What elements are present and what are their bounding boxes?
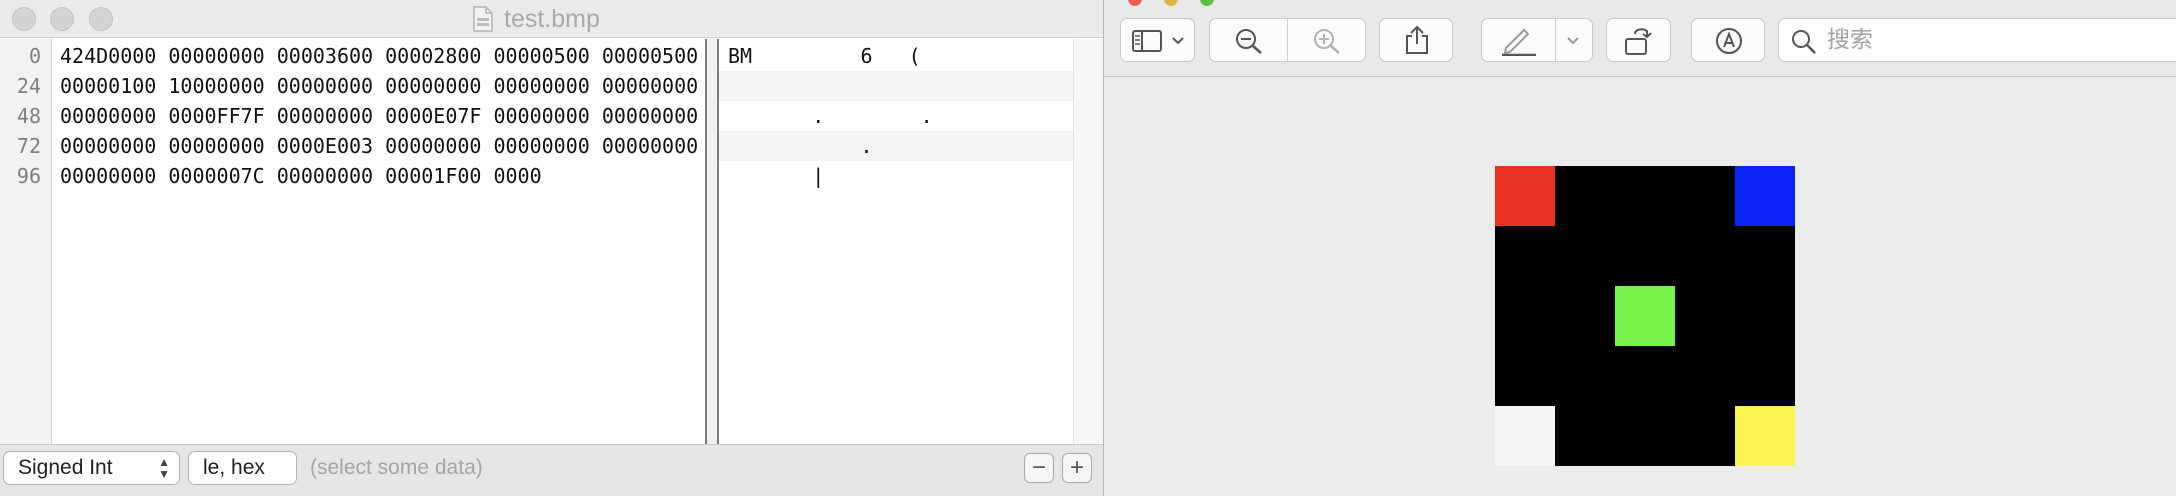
markup-pen-icon [1502,28,1536,56]
bitmap-pixel [1495,166,1555,226]
preview-toolbar: 搜索 [1104,0,2176,77]
offset-gutter: 0 24 48 72 96 [0,39,52,444]
hex-editor-titlebar: test.bmp [0,0,1103,38]
minimize-button[interactable] [50,7,74,31]
hex-row[interactable]: 00000000 00000000 0000E003 00000000 0000… [60,131,698,161]
bitmap-pixel [1495,406,1555,466]
selection-hint: (select some data) [310,456,483,479]
sidebar-icon [1132,30,1162,52]
close-button[interactable] [1128,0,1142,6]
share-button[interactable] [1379,18,1453,62]
offset-label: 72 [16,134,41,158]
share-icon [1406,25,1428,54]
ascii-data-pane[interactable]: BM 6 ( . . . | [719,39,1073,444]
hex-row[interactable]: 00000100 10000000 00000000 00000000 0000… [60,71,698,101]
preview-window: 搜索 [1103,0,2176,496]
offset-label: 96 [16,164,41,188]
ascii-row[interactable] [719,71,1073,101]
chevron-down-icon [1172,37,1184,45]
window-title: test.bmp [504,4,600,33]
ascii-row[interactable]: BM 6 ( [719,41,1073,71]
zoom-in-icon[interactable] [1312,27,1342,55]
pane-splitter[interactable] [705,39,719,444]
ascii-row[interactable]: . [719,131,1073,161]
bitmap-image[interactable] [1495,166,1795,466]
hex-row[interactable]: 424D0000 00000000 00003600 00002800 0000… [60,41,698,71]
endian-format-popup[interactable]: le, hex [188,451,297,485]
search-input[interactable]: 搜索 [1778,18,2176,62]
zoom-button-group [1209,18,1366,62]
rotate-button[interactable] [1606,18,1671,62]
bitmap-pixel [1615,286,1675,346]
endian-format-label: le, hex [203,456,265,479]
search-icon [1792,30,1816,54]
markup-button[interactable] [1481,18,1593,62]
vertical-scrollbar[interactable] [1073,39,1103,444]
document-icon [472,6,494,32]
minimize-button[interactable] [1164,0,1178,6]
image-canvas [1104,78,2176,496]
rotate-icon [1625,28,1652,55]
data-type-label: Signed Int [18,456,113,479]
status-bar: Signed Int ▲ ▼ le, hex (select some data)… [0,444,1103,496]
bitmap-pixel [1735,406,1795,466]
window-title-group: test.bmp [472,3,600,35]
annotate-icon [1716,28,1742,54]
add-button[interactable]: + [1062,453,1092,483]
updown-arrows-icon: ▲ ▼ [158,455,170,481]
close-button[interactable] [12,7,36,31]
bitmap-pixel [1735,166,1795,226]
remove-button[interactable]: − [1024,453,1054,483]
data-type-popup[interactable]: Signed Int ▲ ▼ [3,451,180,485]
annotate-button[interactable] [1691,18,1765,62]
zoom-out-icon[interactable] [1234,27,1264,55]
hex-row[interactable]: 00000000 0000007C 00000000 00001F00 0000 [60,161,542,191]
ascii-row[interactable]: . . [719,101,1073,131]
hex-data-pane[interactable]: 424D0000 00000000 00003600 00002800 0000… [53,39,705,444]
offset-label: 24 [16,74,41,98]
zoom-button[interactable] [1200,0,1214,6]
zoom-button[interactable] [89,7,113,31]
ascii-row[interactable]: | [719,161,1073,191]
hex-editor-window: test.bmp 0 24 48 72 96 424D0000 00000000… [0,0,1103,496]
sidebar-toggle-button[interactable] [1120,18,1195,62]
search-placeholder: 搜索 [1827,27,1873,53]
offset-label: 48 [16,104,41,128]
chevron-down-icon [1567,37,1579,45]
hex-row[interactable]: 00000000 0000FF7F 00000000 0000E07F 0000… [60,101,698,131]
offset-label: 0 [28,44,41,68]
